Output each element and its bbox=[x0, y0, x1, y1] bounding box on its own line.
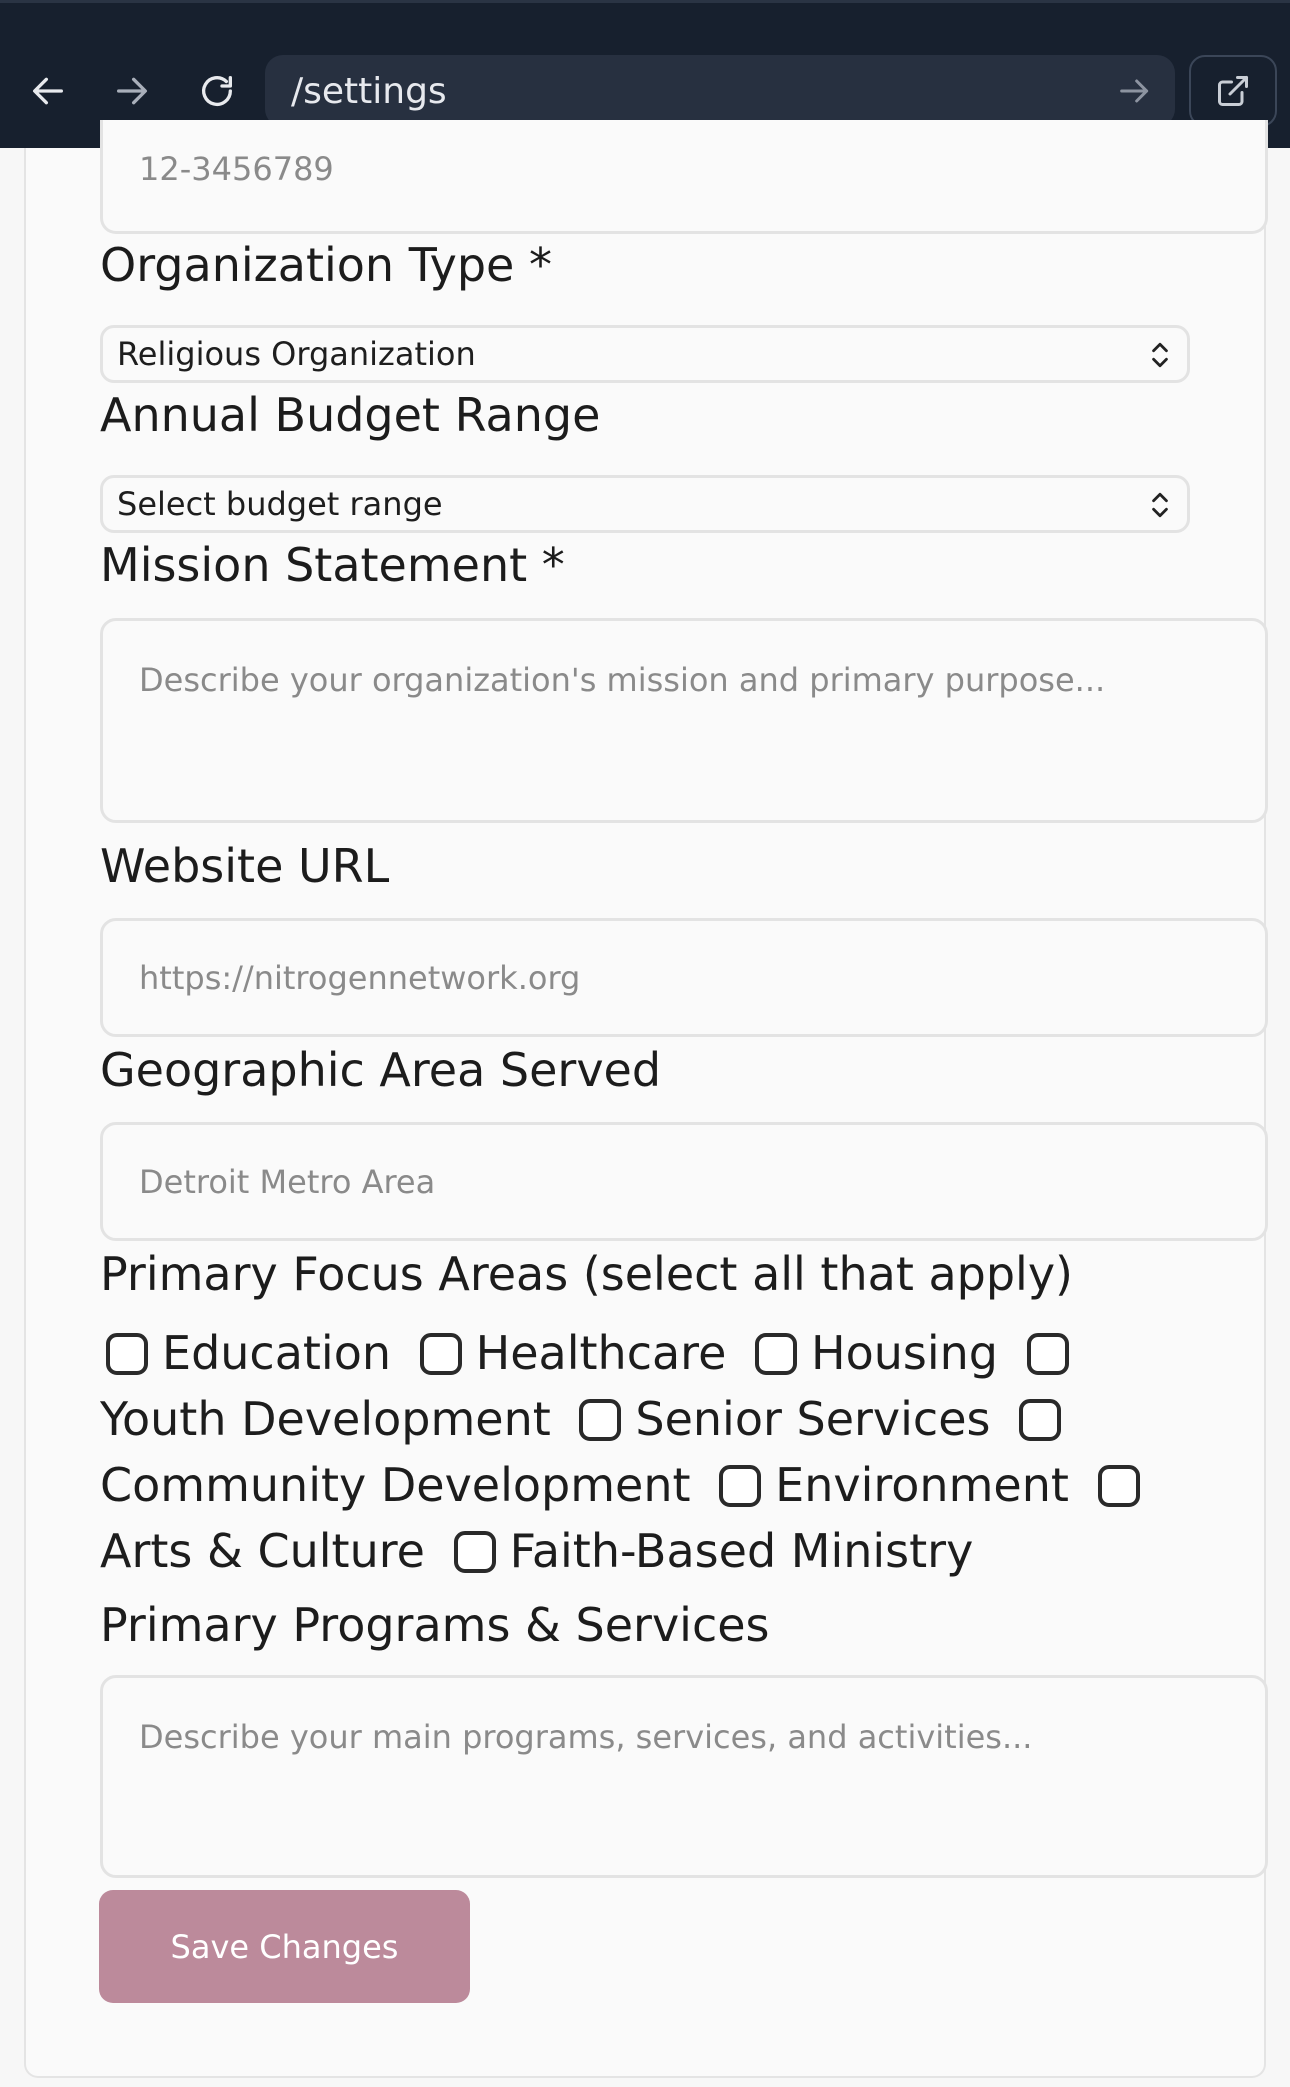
geo-input[interactable]: Detroit Metro Area bbox=[100, 1122, 1268, 1241]
checkbox-education[interactable] bbox=[106, 1333, 148, 1375]
mission-placeholder: Describe your organization's mission and… bbox=[139, 661, 1106, 699]
checkbox-youth-development[interactable] bbox=[1026, 1333, 1069, 1375]
budget-value: Select budget range bbox=[117, 485, 443, 523]
focus-label: Primary Focus Areas (select all that app… bbox=[100, 1247, 1074, 1301]
forward-icon[interactable] bbox=[96, 55, 168, 127]
geo-label: Geographic Area Served bbox=[100, 1043, 662, 1097]
option-label[interactable]: Education bbox=[162, 1326, 391, 1380]
option-label[interactable]: Arts & Culture bbox=[100, 1524, 425, 1578]
option-label[interactable]: Senior Services bbox=[635, 1392, 990, 1446]
save-changes-button[interactable]: Save Changes bbox=[99, 1890, 470, 2003]
focus-areas-group: Education Healthcare Housing Youth Devel… bbox=[100, 1320, 1200, 1584]
checkbox-community-development[interactable] bbox=[1019, 1399, 1062, 1441]
external-link-icon bbox=[1218, 76, 1248, 106]
checkbox-healthcare[interactable] bbox=[419, 1333, 462, 1375]
checkbox-environment[interactable] bbox=[719, 1465, 762, 1507]
checkbox-housing[interactable] bbox=[755, 1333, 797, 1375]
option-label[interactable]: Environment bbox=[775, 1458, 1069, 1512]
select-chevron-icon bbox=[1152, 492, 1168, 518]
website-placeholder: https://nitrogennetwork.org bbox=[139, 958, 581, 997]
checkbox-faith-based-ministry[interactable] bbox=[453, 1531, 496, 1573]
budget-label: Annual Budget Range bbox=[100, 388, 601, 442]
checkbox-arts-culture[interactable] bbox=[1097, 1465, 1140, 1507]
geo-placeholder: Detroit Metro Area bbox=[139, 1162, 436, 1201]
url-text: /settings bbox=[291, 70, 447, 112]
option-label[interactable]: Faith-Based Ministry bbox=[510, 1524, 974, 1578]
budget-select[interactable]: Select budget range bbox=[100, 475, 1190, 533]
programs-placeholder: Describe your main programs, services, a… bbox=[139, 1718, 1033, 1756]
org-type-select[interactable]: Religious Organization bbox=[100, 325, 1190, 383]
back-icon[interactable] bbox=[12, 55, 84, 127]
website-label: Website URL bbox=[100, 839, 390, 893]
url-bar[interactable]: /settings bbox=[265, 55, 1175, 127]
ein-input[interactable]: 12-3456789 bbox=[100, 120, 1268, 234]
open-external-button[interactable] bbox=[1189, 55, 1277, 127]
checkbox-senior-services[interactable] bbox=[579, 1399, 622, 1441]
mission-label: Mission Statement * bbox=[100, 538, 565, 592]
org-type-value: Religious Organization bbox=[117, 335, 476, 373]
option-label[interactable]: Community Development bbox=[100, 1458, 691, 1512]
go-arrow-icon[interactable] bbox=[1115, 71, 1155, 111]
select-chevron-icon bbox=[1152, 342, 1168, 368]
option-label[interactable]: Youth Development bbox=[100, 1392, 551, 1446]
mission-textarea[interactable]: Describe your organization's mission and… bbox=[100, 618, 1268, 823]
org-type-label: Organization Type * bbox=[100, 238, 552, 292]
reload-icon[interactable] bbox=[181, 55, 253, 127]
ein-placeholder: 12-3456789 bbox=[139, 150, 334, 188]
option-label[interactable]: Housing bbox=[811, 1326, 998, 1380]
programs-textarea[interactable]: Describe your main programs, services, a… bbox=[100, 1675, 1268, 1878]
programs-label: Primary Programs & Services bbox=[100, 1598, 770, 1652]
option-label[interactable]: Healthcare bbox=[476, 1326, 727, 1380]
website-input[interactable]: https://nitrogennetwork.org bbox=[100, 918, 1268, 1037]
